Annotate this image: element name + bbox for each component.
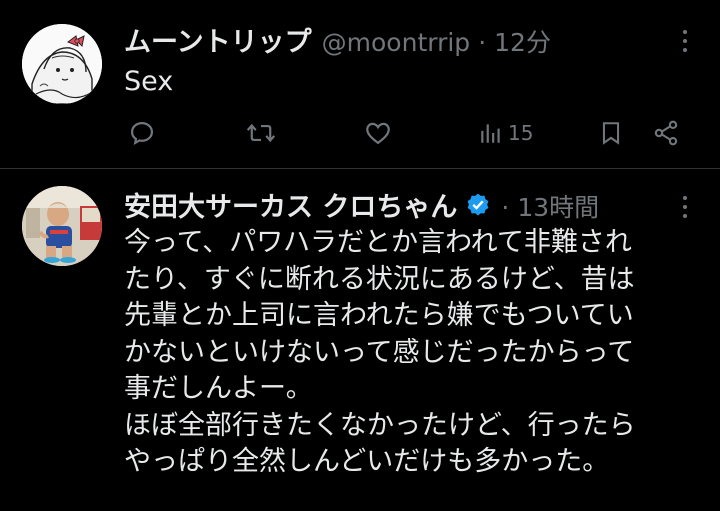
avatar-photo-icon (22, 186, 102, 266)
more-icon[interactable] (682, 196, 688, 218)
timestamp[interactable]: 13時間 (517, 188, 599, 224)
share-button[interactable] (652, 116, 680, 150)
action-bar: 15 (124, 116, 684, 150)
tweet-text-line: ほぼ全部行きたくなかったけど、行ったら (124, 409, 636, 441)
heart-icon (366, 122, 390, 145)
reply-icon (130, 121, 154, 146)
share-icon (654, 120, 678, 146)
display-name[interactable]: ムーントリップ (124, 20, 312, 59)
tweet-text-line: 今って、パワハラだとか言われて非難され (124, 227, 632, 258)
tweet-text-line: 事だしんよー。 (124, 373, 313, 404)
retweet-icon (246, 123, 276, 143)
like-button[interactable] (364, 116, 392, 150)
reply-button[interactable] (128, 116, 156, 150)
bookmark-icon (602, 122, 620, 145)
tweet-text-line: かないといけないって感じだったからって (124, 336, 635, 368)
retweet-button[interactable] (246, 116, 276, 150)
separator: · (478, 28, 487, 57)
tweet-header: 安田大サーカス クロちゃん · 13時間 (124, 185, 670, 224)
avatar-illustration-icon (22, 24, 102, 104)
tweet[interactable]: ムーントリップ @moontrrip · 12分 Sex 15 (0, 0, 720, 168)
tweet-text-line: やっぱり全然しんどいだけも多かった。 (124, 446, 610, 477)
bookmark-button[interactable] (598, 116, 624, 150)
views-count: 15 (508, 121, 534, 145)
display-name[interactable]: 安田大サーカス クロちゃん (124, 185, 457, 224)
tweet-header: ムーントリップ @moontrrip · 12分 (124, 20, 670, 59)
views-button[interactable]: 15 (478, 116, 533, 150)
tweet-text-line: 先輩とか上司に言われたら嫌でもついてい (124, 300, 634, 331)
more-icon[interactable] (682, 30, 688, 52)
avatar[interactable] (22, 186, 102, 266)
separator: · (501, 193, 510, 222)
tweet-text: Sex (124, 66, 174, 97)
views-icon (481, 124, 500, 143)
verified-badge-icon (468, 193, 489, 216)
handle[interactable]: @moontrrip (322, 28, 471, 57)
avatar[interactable] (22, 24, 102, 104)
timestamp[interactable]: 12分 (494, 23, 551, 59)
tweet-text: 今って、パワハラだとか言われて非難され たり、すぐに断れる状況にあるけど、昔は … (124, 225, 704, 481)
tweet-text-line: たり、すぐに断れる状況にあるけど、昔は (124, 263, 635, 295)
tweet[interactable]: 安田大サーカス クロちゃん · 13時間 今って、パワハラだとか言われて非難され… (0, 169, 720, 511)
